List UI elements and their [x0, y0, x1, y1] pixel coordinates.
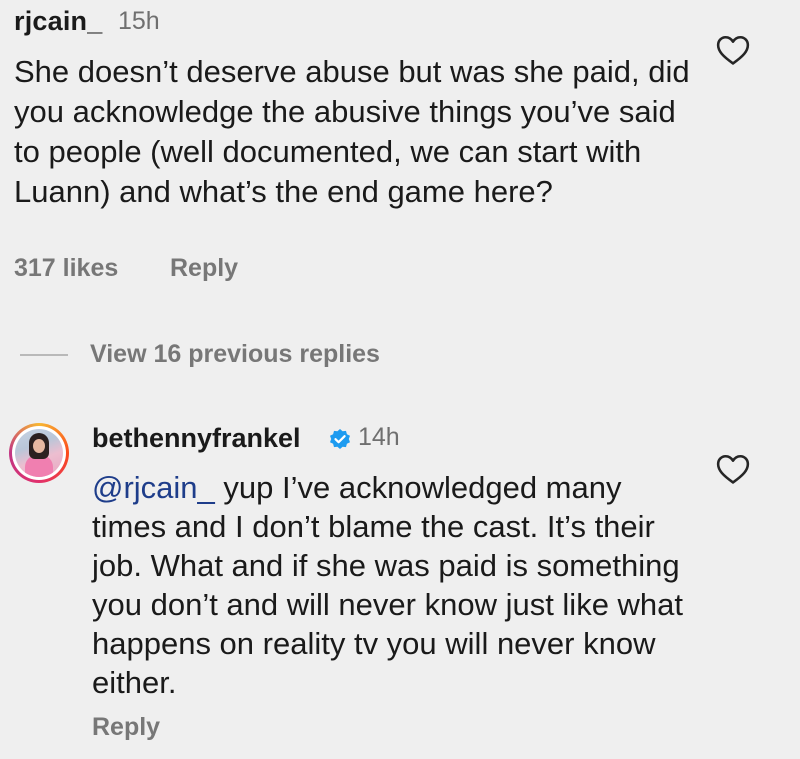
comment-timestamp: 15h [118, 7, 160, 35]
comment-username[interactable]: rjcain_ [14, 6, 102, 37]
heart-outline-icon[interactable] [716, 453, 750, 485]
reply-button[interactable]: Reply [92, 713, 160, 742]
comment-text: She doesn’t deserve abuse but was she pa… [14, 54, 690, 209]
reply-username[interactable]: bethennyfrankel [92, 423, 301, 454]
avatar-figure-face [33, 439, 45, 453]
comment-likes-count[interactable]: 317 likes [14, 254, 118, 283]
reply-text: @rjcain_ yup I’ve acknowledged many time… [92, 468, 692, 702]
avatar-photo [15, 429, 63, 477]
view-previous-replies-button[interactable]: View 16 previous replies [90, 340, 380, 369]
avatar-ring-inner [12, 426, 66, 480]
reply-button[interactable]: Reply [170, 254, 238, 283]
verified-badge-icon [328, 428, 352, 452]
avatar[interactable] [9, 423, 69, 483]
heart-outline-icon[interactable] [716, 34, 750, 66]
reply-timestamp: 14h [358, 423, 400, 451]
mention-link[interactable]: @rjcain_ [92, 470, 215, 505]
thread-divider [20, 354, 68, 356]
